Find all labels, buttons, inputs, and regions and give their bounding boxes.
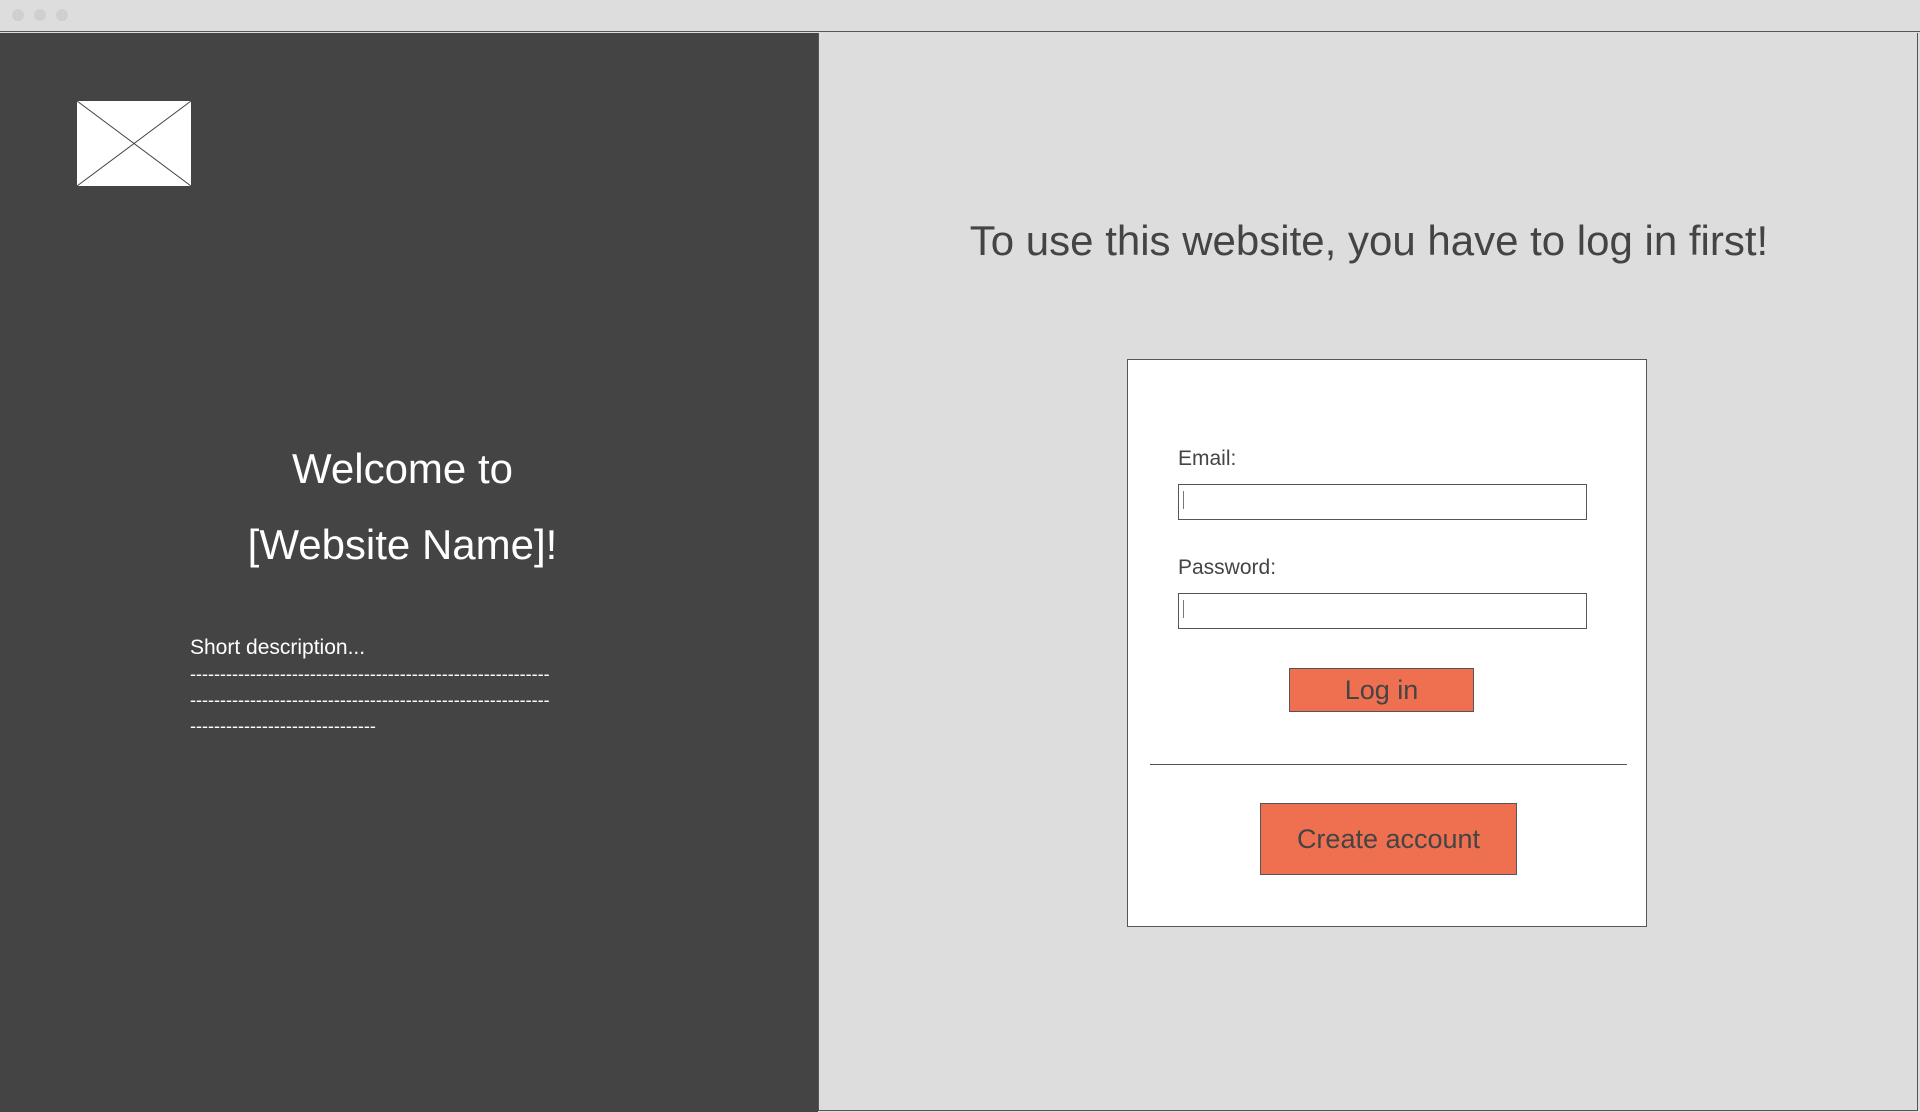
welcome-line-1: Welcome to [292,445,513,492]
text-cursor [1183,491,1184,509]
welcome-line-2: [Website Name]! [247,521,558,568]
password-field[interactable] [1178,593,1587,629]
logo-placeholder-icon [76,100,192,187]
create-account-button[interactable]: Create account [1260,803,1517,875]
login-panel: To use this website, you have to log in … [818,33,1918,1111]
form-divider [1150,764,1627,765]
login-card: Email: Password: Log in Create account [1127,359,1647,927]
description-line-3: ------------------------------- [190,716,376,736]
welcome-heading: Welcome to [Website Name]! [0,431,805,583]
description-line-1: ----------------------------------------… [190,664,550,684]
description-line-2: ----------------------------------------… [190,690,550,710]
maximize-window-icon[interactable] [56,9,68,21]
text-cursor [1183,600,1184,618]
email-field[interactable] [1178,484,1587,520]
minimize-window-icon[interactable] [34,9,46,21]
app-window: Welcome to [Website Name]! Short descrip… [0,0,1920,1112]
title-bar [0,0,1920,32]
login-button[interactable]: Log in [1289,668,1474,712]
password-label: Password: [1178,556,1277,579]
close-window-icon[interactable] [12,9,24,21]
email-label: Email: [1178,447,1237,470]
welcome-panel: Welcome to [Website Name]! Short descrip… [0,33,818,1112]
login-headline: To use this website, you have to log in … [969,217,1769,264]
short-description: Short description... -------------------… [190,635,660,739]
description-title: Short description... [190,636,366,659]
